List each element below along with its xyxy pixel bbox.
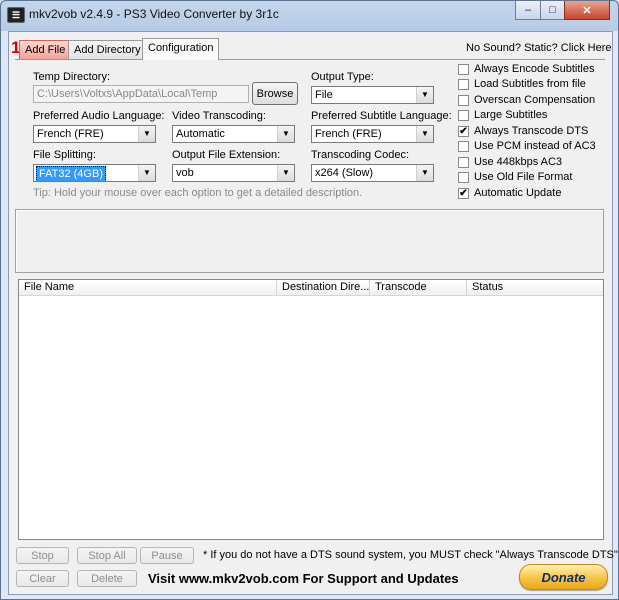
help-link[interactable]: No Sound? Static? Click Here [466, 42, 612, 54]
tab-configuration[interactable]: Configuration [142, 38, 220, 60]
temp-directory-label: Temp Directory: [33, 71, 111, 83]
video-transcoding-select[interactable]: Automatic ▼ [172, 125, 295, 143]
option-use-448kbps-ac3[interactable]: Use 448kbps AC3 [458, 156, 562, 168]
pause-button[interactable]: Pause [140, 547, 194, 564]
chevron-down-icon[interactable]: ▼ [416, 87, 433, 103]
temp-directory-input[interactable]: C:\Users\Voltxs\AppData\Local\Temp [33, 85, 249, 103]
tip-text: Tip: Hold your mouse over each option to… [33, 187, 363, 199]
checkbox[interactable] [458, 171, 469, 183]
audio-language-select[interactable]: French (FRE) ▼ [33, 125, 156, 143]
file-splitting-select[interactable]: FAT32 (4GB) ▼ [33, 164, 156, 182]
video-transcoding-value: Automatic [176, 128, 225, 140]
chevron-down-icon[interactable]: ▼ [277, 165, 294, 181]
subtitle-language-select[interactable]: French (FRE) ▼ [311, 125, 434, 143]
audio-language-label: Preferred Audio Language: [33, 110, 165, 122]
log-panel [15, 209, 604, 273]
checkmark-icon[interactable]: ✔ [458, 187, 469, 199]
checkbox[interactable] [458, 109, 469, 121]
audio-language-value: French (FRE) [37, 128, 104, 140]
column-transcode[interactable]: Transcode [370, 280, 467, 295]
stop-all-button[interactable]: Stop All [77, 547, 137, 564]
close-button[interactable]: ✕ [564, 1, 610, 20]
stop-button[interactable]: Stop [16, 547, 69, 564]
clear-button[interactable]: Clear [16, 570, 69, 587]
minimize-button[interactable]: – [515, 1, 541, 20]
option-always-encode-subtitles[interactable]: Always Encode Subtitles [458, 63, 594, 75]
output-extension-label: Output File Extension: [172, 149, 281, 161]
checkbox[interactable] [458, 63, 469, 75]
title-bar[interactable]: ☰ mkv2vob v2.4.9 - PS3 Video Converter b… [1, 1, 618, 29]
delete-button[interactable]: Delete [77, 570, 137, 587]
video-transcoding-label: Video Transcoding: [172, 110, 266, 122]
checkbox[interactable] [458, 140, 469, 152]
browse-button[interactable]: Browse [252, 82, 298, 105]
option-use-pcm[interactable]: Use PCM instead of AC3 [458, 140, 596, 152]
column-destination[interactable]: Destination Dire... [277, 280, 370, 295]
option-always-transcode-dts[interactable]: ✔ Always Transcode DTS [458, 125, 588, 137]
tab-add-file[interactable]: Add File [19, 40, 72, 59]
file-splitting-value: FAT32 (4GB) [36, 166, 106, 181]
configuration-panel: Temp Directory: C:\Users\Voltxs\AppData\… [15, 59, 605, 206]
checkbox[interactable] [458, 156, 469, 168]
chevron-down-icon[interactable]: ▼ [416, 126, 433, 142]
checkbox[interactable] [458, 94, 469, 106]
maximize-button[interactable]: □ [540, 1, 565, 20]
transcoding-codec-value: x264 (Slow) [315, 167, 374, 179]
subtitle-language-value: French (FRE) [315, 128, 382, 140]
output-type-select[interactable]: File ▼ [311, 86, 434, 104]
option-large-subtitles[interactable]: Large Subtitles [458, 109, 547, 121]
output-extension-select[interactable]: vob ▼ [172, 164, 295, 182]
file-list[interactable]: File Name Destination Dire... Transcode … [18, 279, 604, 540]
option-use-old-file-format[interactable]: Use Old File Format [458, 171, 572, 183]
file-list-header: File Name Destination Dire... Transcode … [19, 280, 603, 296]
chevron-down-icon[interactable]: ▼ [138, 126, 155, 142]
transcoding-codec-select[interactable]: x264 (Slow) ▼ [311, 164, 434, 182]
transcoding-codec-label: Transcoding Codec: [311, 149, 410, 161]
option-overscan-compensation[interactable]: Overscan Compensation [458, 94, 595, 106]
column-file-name[interactable]: File Name [19, 280, 277, 295]
chevron-down-icon[interactable]: ▼ [277, 126, 294, 142]
main-window: ☰ mkv2vob v2.4.9 - PS3 Video Converter b… [0, 0, 619, 600]
file-splitting-label: File Splitting: [33, 149, 96, 161]
output-type-label: Output Type: [311, 71, 374, 83]
dts-note: * If you do not have a DTS sound system,… [203, 549, 618, 561]
column-status[interactable]: Status [467, 280, 603, 295]
window-title: mkv2vob v2.4.9 - PS3 Video Converter by … [29, 7, 279, 21]
option-automatic-update[interactable]: ✔ Automatic Update [458, 187, 561, 199]
checkmark-icon[interactable]: ✔ [458, 125, 469, 137]
subtitle-language-label: Preferred Subtitle Language: [311, 110, 452, 122]
option-load-subtitles-from-file[interactable]: Load Subtitles from file [458, 78, 586, 90]
support-link[interactable]: Visit www.mkv2vob.com For Support and Up… [148, 571, 459, 586]
tab-add-directory[interactable]: Add Directory [68, 40, 147, 59]
client-area: 1 Add File Add Directory Configuration N… [8, 31, 618, 595]
checkbox[interactable] [458, 78, 469, 90]
donate-button[interactable]: Donate [519, 564, 608, 590]
chevron-down-icon[interactable]: ▼ [416, 165, 433, 181]
film-icon: ☰ [7, 7, 25, 23]
output-extension-value: vob [176, 167, 194, 179]
chevron-down-icon[interactable]: ▼ [138, 165, 155, 181]
output-type-value: File [315, 89, 333, 101]
